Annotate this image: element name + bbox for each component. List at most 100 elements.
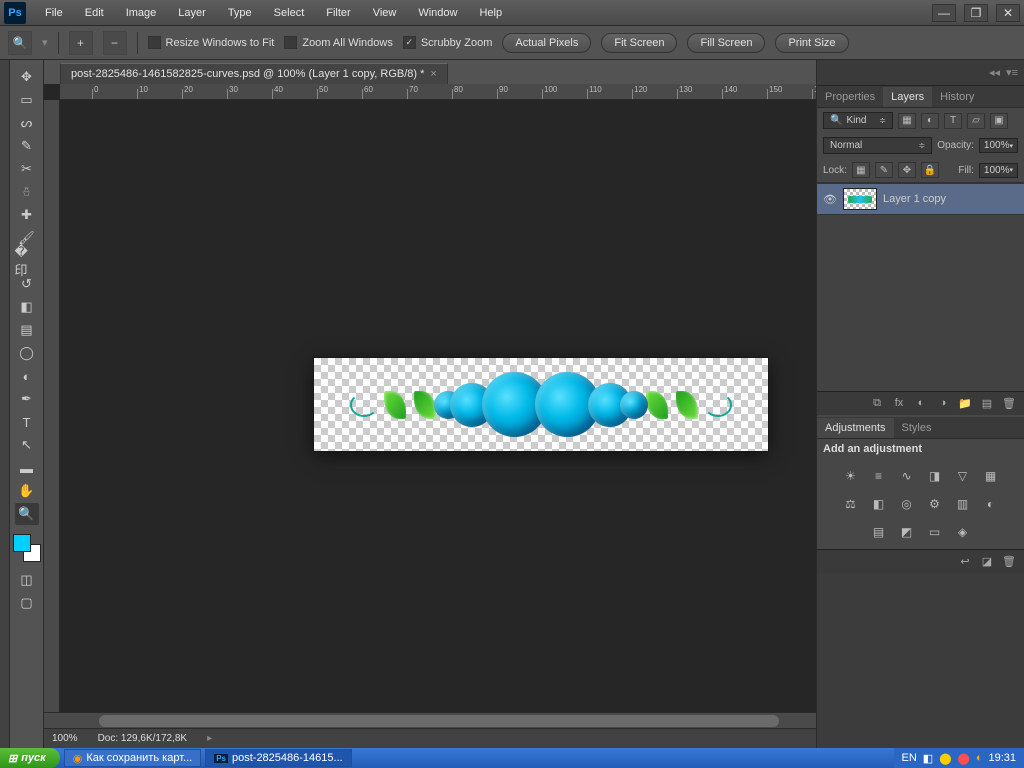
- taskbar-item-photoshop[interactable]: Pspost-2825486-14615...: [205, 749, 352, 767]
- adjustments-tab[interactable]: Adjustments: [817, 418, 894, 438]
- filter-shape-icon[interactable]: ▱: [967, 113, 985, 129]
- maximize-button[interactable]: ❐: [964, 4, 988, 22]
- link-layers-icon[interactable]: ⧉: [868, 394, 886, 412]
- actual-pixels-button[interactable]: Actual Pixels: [502, 33, 591, 53]
- history-tab[interactable]: History: [932, 87, 982, 107]
- viewport[interactable]: [60, 100, 816, 712]
- layers-tab[interactable]: Layers: [883, 87, 932, 107]
- healing-tool[interactable]: ✚: [15, 204, 39, 226]
- fit-screen-button[interactable]: Fit Screen: [601, 33, 677, 53]
- marquee-tool[interactable]: ▭: [15, 89, 39, 111]
- threshold-icon[interactable]: ◩: [898, 523, 916, 541]
- blend-mode-dropdown[interactable]: Normal≑: [823, 137, 932, 154]
- filter-type-icon[interactable]: T: [944, 113, 962, 129]
- gradient-tool[interactable]: ▤: [15, 319, 39, 341]
- zoom-tool[interactable]: 🔍: [15, 503, 39, 525]
- tab-close-icon[interactable]: ×: [430, 68, 436, 80]
- taskbar-item-firefox[interactable]: ◉Как сохранить карт...: [64, 749, 201, 767]
- zoom-in-icon[interactable]: +: [69, 31, 93, 55]
- ruler-vertical[interactable]: [44, 100, 60, 712]
- lock-pixels-icon[interactable]: ✎: [875, 162, 893, 178]
- tray-clock[interactable]: 19:31: [988, 752, 1016, 764]
- layer-group-icon[interactable]: 📁: [956, 394, 974, 412]
- path-select-tool[interactable]: ↖: [15, 434, 39, 456]
- invert-icon[interactable]: ◐: [982, 495, 1000, 513]
- hand-tool[interactable]: ✋: [15, 480, 39, 502]
- status-doc-size[interactable]: Doc: 129,6K/172,8K: [98, 733, 188, 744]
- delete-layer-icon[interactable]: 🗑: [1000, 394, 1018, 412]
- menu-type[interactable]: Type: [219, 4, 261, 22]
- layer-thumbnail[interactable]: [843, 188, 877, 210]
- adj-clip-icon[interactable]: ◪: [978, 552, 996, 570]
- crop-tool[interactable]: ✂: [15, 158, 39, 180]
- ruler-horizontal[interactable]: 0102030405060708090100110120130140150160: [60, 84, 816, 100]
- adj-trash-icon[interactable]: 🗑: [1000, 552, 1018, 570]
- minimize-button[interactable]: —: [932, 4, 956, 22]
- hue-sat-icon[interactable]: ▦: [982, 467, 1000, 485]
- color-balance-icon[interactable]: ⚖: [842, 495, 860, 513]
- close-button[interactable]: ✕: [996, 4, 1020, 22]
- collapse-panels-icon[interactable]: ◂◂: [989, 66, 1000, 79]
- tray-icon[interactable]: ◧: [923, 752, 933, 765]
- new-layer-icon[interactable]: ▤: [978, 394, 996, 412]
- layer-filter-dropdown[interactable]: 🔍Kind≑: [823, 112, 893, 129]
- stamp-tool[interactable]: �印: [15, 250, 39, 272]
- foreground-color[interactable]: [13, 534, 31, 552]
- fill-screen-button[interactable]: Fill Screen: [687, 33, 765, 53]
- adjustment-layer-icon[interactable]: ◑: [934, 394, 952, 412]
- start-button[interactable]: ⊞пуск: [0, 748, 60, 768]
- zoom-all-checkbox[interactable]: Zoom All Windows: [284, 36, 392, 49]
- lasso-tool[interactable]: ᔕ: [15, 112, 39, 134]
- layer-visibility-icon[interactable]: 👁: [823, 193, 837, 206]
- color-lookup-icon[interactable]: ▥: [954, 495, 972, 513]
- type-tool[interactable]: T: [15, 411, 39, 433]
- adj-menu-icon[interactable]: ↩: [956, 552, 974, 570]
- shape-tool[interactable]: ▬: [15, 457, 39, 479]
- color-swatches[interactable]: [13, 534, 41, 562]
- blur-tool[interactable]: ◯: [15, 342, 39, 364]
- opacity-input[interactable]: 100%▾: [979, 138, 1018, 153]
- zoom-out-icon[interactable]: −: [103, 31, 127, 55]
- move-tool[interactable]: ✥: [15, 66, 39, 88]
- menu-layer[interactable]: Layer: [169, 4, 215, 22]
- tray-icon[interactable]: ⬤: [958, 752, 970, 765]
- scrubby-zoom-checkbox[interactable]: ✓Scrubby Zoom: [403, 36, 493, 49]
- gradient-map-icon[interactable]: ▭: [926, 523, 944, 541]
- eyedropper-tool[interactable]: 𓏊: [15, 181, 39, 203]
- menu-filter[interactable]: Filter: [317, 4, 359, 22]
- tray-icon[interactable]: ⬤: [939, 752, 951, 765]
- menu-help[interactable]: Help: [470, 4, 511, 22]
- tray-icon[interactable]: ◐: [976, 752, 983, 764]
- panel-menu-icon[interactable]: ▾≡: [1006, 66, 1018, 79]
- tray-language[interactable]: EN: [902, 752, 917, 764]
- menu-select[interactable]: Select: [265, 4, 314, 22]
- layer-mask-icon[interactable]: ◐: [912, 394, 930, 412]
- fill-input[interactable]: 100%▾: [979, 163, 1018, 178]
- resize-windows-checkbox[interactable]: Resize Windows to Fit: [148, 36, 275, 49]
- layers-empty-area[interactable]: [817, 215, 1024, 391]
- lock-transparency-icon[interactable]: ▦: [852, 162, 870, 178]
- filter-smart-icon[interactable]: ▣: [990, 113, 1008, 129]
- lock-all-icon[interactable]: 🔒: [921, 162, 939, 178]
- filter-image-icon[interactable]: ▦: [898, 113, 916, 129]
- menu-view[interactable]: View: [364, 4, 406, 22]
- exposure-icon[interactable]: ◨: [926, 467, 944, 485]
- document-canvas[interactable]: [314, 358, 768, 451]
- dodge-tool[interactable]: ◐: [15, 365, 39, 387]
- selective-color-icon[interactable]: ◈: [954, 523, 972, 541]
- document-tab[interactable]: post-2825486-1461582825-curves.psd @ 100…: [60, 63, 448, 84]
- collapsed-dock-left[interactable]: [0, 60, 10, 748]
- bw-icon[interactable]: ◧: [870, 495, 888, 513]
- quick-select-tool[interactable]: ✎: [15, 135, 39, 157]
- menu-window[interactable]: Window: [409, 4, 466, 22]
- layer-row[interactable]: 👁 Layer 1 copy: [817, 183, 1024, 215]
- screen-mode-icon[interactable]: ▢: [15, 592, 39, 614]
- quick-mask-icon[interactable]: ◫: [15, 569, 39, 591]
- levels-icon[interactable]: ≡: [870, 467, 888, 485]
- menu-image[interactable]: Image: [117, 4, 166, 22]
- history-brush-tool[interactable]: ↺: [15, 273, 39, 295]
- eraser-tool[interactable]: ◧: [15, 296, 39, 318]
- layer-name[interactable]: Layer 1 copy: [883, 193, 946, 205]
- status-zoom[interactable]: 100%: [52, 733, 78, 744]
- brightness-icon[interactable]: ☀: [842, 467, 860, 485]
